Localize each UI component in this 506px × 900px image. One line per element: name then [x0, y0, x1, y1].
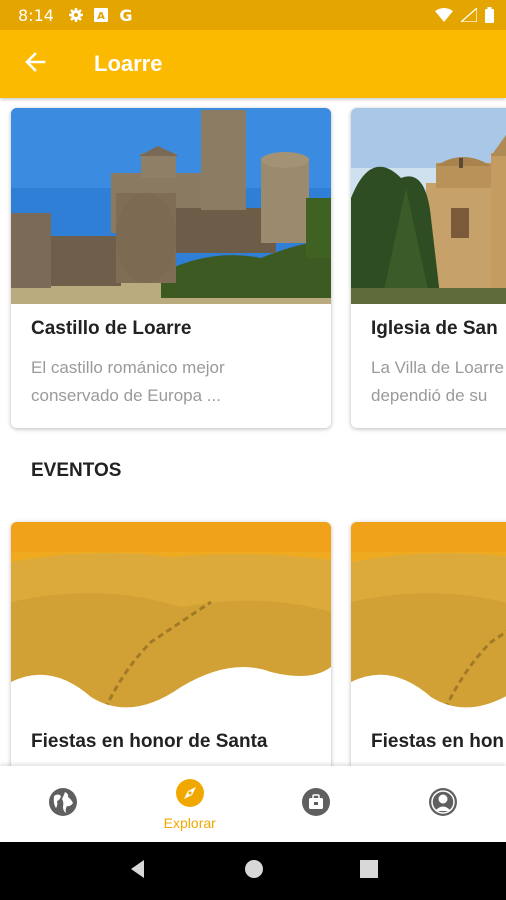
- place-title: Castillo de Loarre: [31, 318, 192, 339]
- svg-text:A: A: [97, 11, 105, 22]
- gear-icon: [68, 7, 84, 23]
- google-g-icon: G: [118, 7, 134, 23]
- briefcase-icon: [301, 787, 331, 822]
- nav-item-briefcase[interactable]: [253, 766, 380, 842]
- place-image-church: [351, 108, 506, 304]
- nav-item-explorar[interactable]: Explorar: [127, 766, 254, 842]
- event-card[interactable]: Fiestas en hon: [351, 522, 506, 766]
- globe-icon: [48, 787, 78, 822]
- back-button[interactable]: [0, 30, 70, 98]
- nav-label-explorar: Explorar: [163, 814, 216, 831]
- svg-text:G: G: [119, 7, 132, 23]
- app-bar: Loarre: [0, 30, 506, 98]
- place-description: El castillo románico mejor conservado de…: [11, 340, 331, 428]
- status-bar: 8:14 A G: [0, 0, 506, 30]
- event-image: [11, 522, 331, 718]
- wifi-icon: [435, 8, 453, 22]
- nav-item-globe[interactable]: [0, 766, 127, 842]
- place-card[interactable]: Castillo de Loarre El castillo románico …: [11, 108, 331, 428]
- signal-icon: [461, 8, 477, 22]
- compass-icon: [175, 778, 205, 813]
- back-triangle-icon[interactable]: [128, 859, 148, 884]
- events-carousel[interactable]: Fiestas en honor de Santa Fiestas en hon: [0, 522, 506, 766]
- event-card[interactable]: Fiestas en honor de Santa: [11, 522, 331, 766]
- nav-item-account[interactable]: [380, 766, 506, 842]
- bottom-navigation: Explorar: [0, 766, 506, 842]
- home-circle-icon[interactable]: [244, 859, 264, 884]
- place-desc-line: El castillo románico mejor: [31, 358, 225, 377]
- content-scroll[interactable]: Castillo de Loarre El castillo románico …: [0, 98, 506, 766]
- arrow-left-icon: [24, 51, 46, 78]
- battery-icon: [485, 7, 494, 23]
- event-title: Fiestas en honor de Santa: [31, 731, 268, 752]
- status-time: 8:14: [18, 5, 54, 25]
- place-desc-line: conservado de Europa ...: [31, 386, 221, 405]
- event-image: [351, 522, 506, 718]
- place-title: Iglesia de San: [371, 318, 498, 339]
- a-box-icon: A: [93, 8, 108, 22]
- place-desc-line: La Villa de Loarre: [371, 358, 504, 377]
- places-carousel[interactable]: Castillo de Loarre El castillo románico …: [0, 108, 506, 428]
- place-desc-line: dependió de su: [371, 386, 488, 405]
- page-title: Loarre: [94, 51, 163, 76]
- event-title: Fiestas en hon: [371, 731, 505, 752]
- place-description: La Villa de Loarre dependió de su: [351, 340, 506, 428]
- system-navigation-bar: [0, 842, 506, 900]
- recents-square-icon[interactable]: [360, 859, 378, 883]
- events-section-title: EVENTOS: [31, 460, 122, 481]
- account-icon: [428, 787, 458, 822]
- place-card[interactable]: Iglesia de San La Villa de Loarre depend…: [351, 108, 506, 428]
- place-image-castle: [11, 108, 331, 304]
